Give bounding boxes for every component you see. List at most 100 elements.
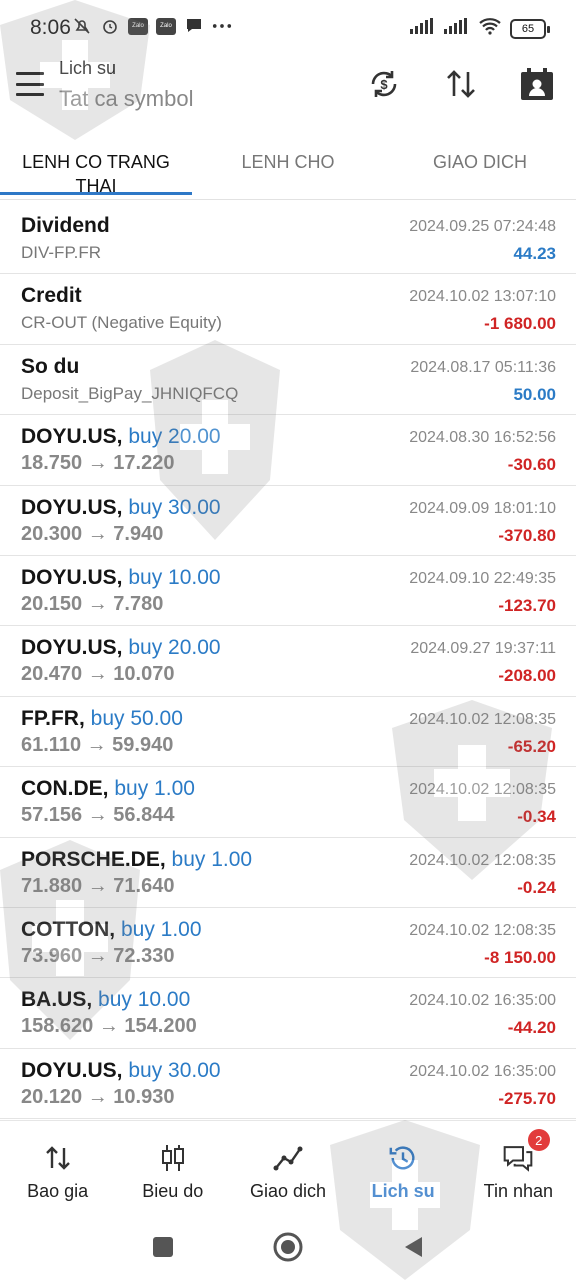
trade-symbol: COTTON, bbox=[21, 917, 116, 941]
nav-quotes[interactable]: Bao gia bbox=[0, 1121, 115, 1216]
row-amount: -370.80 bbox=[498, 525, 556, 545]
nav-label: Bieu do bbox=[142, 1181, 204, 1201]
trade-side: buy 10.00 bbox=[98, 988, 191, 1012]
trade-title: PORSCHE.DE, buy 1.00 bbox=[21, 848, 252, 872]
operation-detail: Deposit_BigPay_JHNIQFCQ bbox=[21, 383, 239, 403]
trade-symbol: DOYU.US, bbox=[21, 1058, 123, 1082]
tab-bar: LENH CO TRANG THAI LENH CHO GIAO DICH bbox=[0, 132, 576, 200]
nav-label: Lich su bbox=[371, 1181, 435, 1201]
status-time: 8:06 bbox=[30, 16, 71, 39]
trade-title: BA.US, buy 10.00 bbox=[21, 988, 190, 1012]
row-timestamp: 2024.10.02 16:35:00 bbox=[409, 992, 556, 1010]
list-item[interactable]: Dividend DIV-FP.FR 2024.09.25 07:24:48 4… bbox=[0, 204, 576, 275]
trade-side: buy 50.00 bbox=[90, 706, 183, 730]
trade-prices: 20.150 → 7.780 bbox=[21, 592, 164, 615]
row-amount: -30.60 bbox=[507, 455, 556, 475]
signal-icon bbox=[444, 18, 470, 39]
row-amount: -44.20 bbox=[507, 1018, 556, 1038]
tab-transactions[interactable]: GIAO DICH bbox=[384, 132, 576, 199]
trade-title: DOYU.US, buy 30.00 bbox=[21, 496, 221, 520]
unread-badge: 2 bbox=[527, 1129, 550, 1151]
trade-symbol: DOYU.US, bbox=[21, 636, 123, 660]
trade-prices: 20.300 → 7.940 bbox=[21, 522, 164, 545]
nav-history[interactable]: Lich su bbox=[346, 1121, 461, 1216]
list-item[interactable]: BA.US, buy 10.00 158.620 → 154.200 2024.… bbox=[0, 978, 576, 1049]
trade-title: COTTON, buy 1.00 bbox=[21, 918, 202, 942]
trade-prices: 73.960 → 72.330 bbox=[21, 944, 175, 967]
system-nav bbox=[0, 1216, 576, 1280]
nav-trade[interactable]: Giao dich bbox=[230, 1121, 345, 1216]
row-amount: -1 680.00 bbox=[484, 314, 556, 334]
nav-label: Tin nhan bbox=[483, 1181, 554, 1201]
list-item[interactable]: DOYU.US, buy 30.00 20.120 → 10.930 2024.… bbox=[0, 1049, 576, 1120]
trade-prices: 20.470 → 10.070 bbox=[21, 663, 175, 686]
row-amount: -275.70 bbox=[498, 1088, 556, 1108]
sort-icon[interactable] bbox=[441, 64, 481, 104]
tab-pending-orders[interactable]: LENH CHO bbox=[192, 132, 384, 199]
list-item[interactable]: Credit CR-OUT (Negative Equity) 2024.10.… bbox=[0, 274, 576, 345]
list-item[interactable]: CON.DE, buy 1.00 57.156 → 56.844 2024.10… bbox=[0, 767, 576, 838]
symbol-filter[interactable]: Tat ca symbol bbox=[59, 86, 194, 112]
row-amount: -123.70 bbox=[498, 595, 556, 615]
row-timestamp: 2024.10.02 13:07:10 bbox=[409, 288, 556, 306]
trade-prices: 57.156 → 56.844 bbox=[21, 804, 175, 827]
trade-symbol: DOYU.US, bbox=[21, 425, 123, 449]
nav-chart[interactable]: Bieu do bbox=[115, 1121, 230, 1216]
menu-icon[interactable] bbox=[16, 72, 44, 96]
trade-prices: 71.880 → 71.640 bbox=[21, 874, 175, 897]
refresh-currency-icon[interactable]: $ bbox=[364, 64, 404, 104]
trade-prices: 61.110 → 59.940 bbox=[21, 733, 174, 756]
back-icon[interactable] bbox=[396, 1230, 430, 1264]
operation-detail: DIV-FP.FR bbox=[21, 243, 101, 262]
recent-apps-icon[interactable] bbox=[146, 1230, 180, 1264]
app-bar: Lich su Tat ca symbol $ bbox=[0, 56, 576, 132]
zalo-icon: Zalo bbox=[156, 17, 176, 35]
battery-icon: 65 bbox=[510, 18, 550, 39]
list-item[interactable]: DOYU.US, buy 30.00 20.300 → 7.940 2024.0… bbox=[0, 486, 576, 556]
list-item[interactable]: DOYU.US, buy 10.00 20.150 → 7.780 2024.0… bbox=[0, 556, 576, 627]
trade-symbol: PORSCHE.DE, bbox=[21, 847, 166, 871]
history-icon bbox=[388, 1143, 418, 1173]
page-subtitle: Lich su bbox=[59, 58, 117, 78]
row-timestamp: 2024.10.02 16:35:00 bbox=[409, 1062, 556, 1080]
row-timestamp: 2024.08.17 05:11:36 bbox=[410, 358, 556, 376]
alarm-icon bbox=[100, 16, 120, 36]
nav-label: Bao gia bbox=[27, 1181, 89, 1201]
status-bar: 8:06 Zalo Zalo 65 bbox=[0, 0, 576, 56]
list-item[interactable]: So du Deposit_BigPay_JHNIQFCQ 2024.08.17… bbox=[0, 345, 576, 416]
trade-title: CON.DE, buy 1.00 bbox=[21, 777, 195, 801]
row-timestamp: 2024.10.02 12:08:35 bbox=[409, 710, 556, 728]
trade-side: buy 1.00 bbox=[114, 777, 195, 801]
operation-title: Dividend bbox=[21, 214, 110, 237]
operation-detail: CR-OUT (Negative Equity) bbox=[21, 313, 222, 333]
row-amount: -8 150.00 bbox=[484, 947, 556, 967]
more-icon bbox=[212, 16, 232, 36]
trade-side: buy 10.00 bbox=[128, 565, 221, 589]
list-item[interactable]: FP.FR, buy 50.00 61.110 → 59.940 2024.10… bbox=[0, 697, 576, 768]
wifi-icon bbox=[478, 17, 502, 40]
row-amount: -0.34 bbox=[517, 807, 556, 827]
history-list: Dividend DIV-FP.FR 2024.09.25 07:24:48 4… bbox=[0, 204, 576, 1120]
svg-text:$: $ bbox=[380, 77, 388, 92]
messages-icon bbox=[503, 1143, 533, 1173]
list-item[interactable]: PORSCHE.DE, buy 1.00 71.880 → 71.640 202… bbox=[0, 838, 576, 908]
trade-side: buy 30.00 bbox=[128, 1058, 221, 1082]
row-timestamp: 2024.09.09 18:01:10 bbox=[409, 499, 556, 517]
trade-prices: 158.620 → 154.200 bbox=[21, 1015, 197, 1038]
home-icon[interactable] bbox=[271, 1230, 305, 1264]
zalo-icon: Zalo bbox=[128, 17, 148, 35]
tab-status-orders[interactable]: LENH CO TRANG THAI bbox=[0, 132, 192, 199]
trade-title: DOYU.US, buy 20.00 bbox=[21, 425, 221, 449]
trade-title: FP.FR, buy 50.00 bbox=[21, 707, 183, 731]
row-timestamp: 2024.09.25 07:24:48 bbox=[409, 218, 556, 235]
trade-title: DOYU.US, buy 20.00 bbox=[21, 636, 221, 660]
trade-title: DOYU.US, buy 30.00 bbox=[21, 1059, 221, 1083]
nav-label: Giao dich bbox=[249, 1181, 326, 1201]
calendar-person-icon[interactable] bbox=[517, 64, 557, 104]
row-amount: 50.00 bbox=[513, 384, 556, 404]
list-item[interactable]: COTTON, buy 1.00 73.960 → 72.330 2024.10… bbox=[0, 908, 576, 979]
list-item[interactable]: DOYU.US, buy 20.00 18.750 → 17.220 2024.… bbox=[0, 415, 576, 486]
nav-messages[interactable]: 2 Tin nhan bbox=[461, 1121, 576, 1216]
list-item[interactable]: DOYU.US, buy 20.00 20.470 → 10.070 2024.… bbox=[0, 626, 576, 697]
row-timestamp: 2024.10.02 12:08:35 bbox=[409, 921, 556, 939]
